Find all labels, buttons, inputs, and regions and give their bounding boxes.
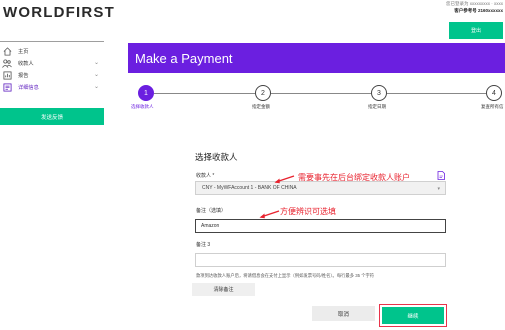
document-icon[interactable] bbox=[437, 171, 445, 180]
details-icon bbox=[2, 82, 12, 92]
sidebar-item-label: 详细信息 bbox=[18, 84, 39, 91]
step-connector bbox=[387, 93, 486, 94]
payee-label: 收款人 * bbox=[196, 173, 215, 179]
home-icon bbox=[2, 46, 12, 56]
note-hint: 款项到达收款人账户后，将请借息会在支付上显示（例如发票号码/姓名）。每行最多 3… bbox=[196, 273, 375, 278]
annotation-arrow-icon bbox=[259, 210, 280, 219]
page-title: Make a Payment bbox=[128, 43, 505, 73]
send-feedback-button[interactable]: 发送反馈 bbox=[0, 108, 104, 125]
sidebar-item-reports[interactable]: 报告 ⌄ bbox=[0, 69, 104, 81]
step-1-label: 选择收款人 bbox=[131, 104, 154, 109]
payee-select[interactable]: CNY - MyWFAccount 1 - BANK OF CHINA ▾ bbox=[195, 181, 446, 195]
sidebar-item-label: 主页 bbox=[18, 48, 29, 55]
logout-button[interactable]: 登出 bbox=[449, 22, 503, 39]
report-icon bbox=[2, 70, 12, 80]
note-input-value: Amazon bbox=[201, 223, 220, 229]
sidebar-item-home[interactable]: 主页 bbox=[0, 45, 104, 57]
sidebar-item-label: 收款人 bbox=[18, 60, 34, 67]
step-connector bbox=[154, 93, 255, 94]
sidebar-item-details[interactable]: 详细信息 ⌄ bbox=[0, 81, 104, 93]
note3-label: 备注 3 bbox=[196, 242, 211, 248]
payee-annotation: 需要事先在后台绑定收款人账户 bbox=[298, 173, 410, 182]
cancel-button[interactable]: 取消 bbox=[312, 306, 375, 321]
worldfirst-logo: WORLDFIRST bbox=[3, 4, 115, 21]
form-title: 选择收款人 bbox=[195, 152, 238, 162]
sidebar-item-label: 报告 bbox=[18, 72, 29, 79]
note-label: 备注（选填） bbox=[196, 208, 227, 214]
customer-ref: 客户参考号 2160xxxxxx bbox=[454, 8, 503, 13]
remark-annotation: 方便辨识可选填 bbox=[280, 207, 336, 216]
step-1-indicator: 1 bbox=[138, 85, 154, 101]
chevron-down-icon: ⌄ bbox=[93, 60, 99, 66]
clear-notes-button[interactable]: 清除备注 bbox=[192, 283, 255, 296]
step-4-label: 复查所有信 bbox=[481, 104, 504, 109]
account-info: 您已登录为 xxxxxxxxx · xxxx 客户参考号 2160xxxxxx bbox=[408, 0, 503, 14]
chevron-down-icon: ⌄ bbox=[93, 72, 99, 78]
note-input[interactable]: Amazon bbox=[195, 219, 446, 233]
continue-button[interactable]: 继续 bbox=[382, 307, 444, 324]
payee-select-value: CNY - MyWFAccount 1 - BANK OF CHINA bbox=[202, 185, 297, 191]
chevron-down-icon: ▾ bbox=[437, 186, 440, 192]
note3-input[interactable] bbox=[195, 253, 446, 267]
step-2-indicator: 2 bbox=[255, 85, 271, 101]
step-3-indicator: 3 bbox=[371, 85, 387, 101]
step-4-indicator: 4 bbox=[486, 85, 502, 101]
step-connector bbox=[271, 93, 371, 94]
annotation-arrow-icon bbox=[274, 175, 295, 184]
step-2-label: 指定金额 bbox=[252, 104, 270, 109]
sidebar-divider bbox=[0, 41, 104, 42]
payees-icon bbox=[2, 58, 12, 68]
sidebar-item-payees[interactable]: 收款人 ⌄ bbox=[0, 57, 104, 69]
logged-in-as: 您已登录为 xxxxxxxxx · xxxx bbox=[446, 1, 503, 6]
step-3-label: 指定日期 bbox=[368, 104, 386, 109]
chevron-down-icon: ⌄ bbox=[93, 84, 99, 90]
